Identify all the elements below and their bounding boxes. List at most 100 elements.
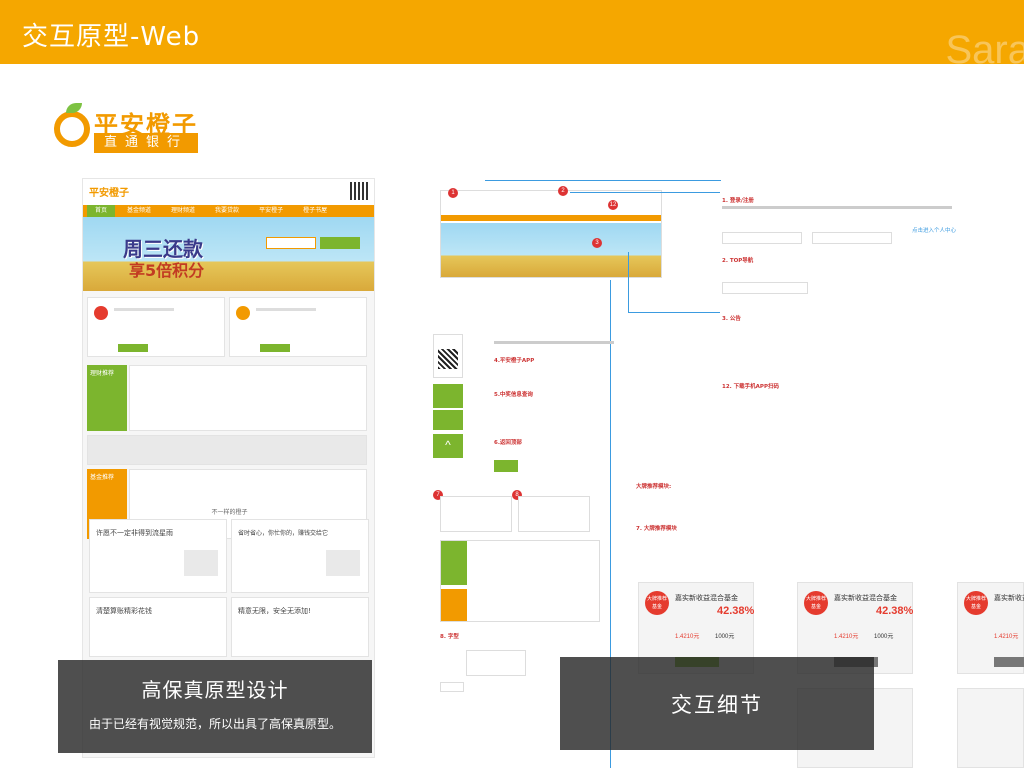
product-row bbox=[87, 435, 367, 465]
fund-card-mini bbox=[518, 496, 590, 532]
note-recommend: 7. 大牌推荐模块 bbox=[636, 526, 677, 533]
slide: 交互原型-Web Sara 平安橙子 直通银行 平安橙子 首页 基金频道 理财频… bbox=[0, 0, 1024, 768]
fund-min: 1000元 bbox=[874, 634, 894, 640]
top-nav-mini bbox=[722, 282, 808, 294]
buy-button[interactable] bbox=[260, 344, 290, 352]
badge-icon bbox=[94, 306, 108, 320]
marker-1: 1 bbox=[448, 188, 458, 198]
caption-interaction: 交互细节 bbox=[560, 657, 874, 750]
badge-icon bbox=[236, 306, 250, 320]
text-line bbox=[256, 308, 316, 311]
note-back-top: 6.返回顶部 bbox=[494, 440, 522, 447]
connector-line bbox=[628, 252, 629, 312]
note-title: 7. 大牌推荐模块 bbox=[636, 526, 677, 532]
side-app-button[interactable] bbox=[433, 384, 463, 408]
login-state-mini bbox=[722, 232, 802, 244]
nav-item[interactable]: 基金频道 bbox=[119, 205, 159, 217]
feature-card[interactable]: 许愿不一定非得到流星雨 bbox=[89, 519, 227, 593]
tooltip-mini bbox=[466, 650, 526, 676]
section-label-mini bbox=[441, 541, 467, 585]
note-app-qr: 12. 下载手机APP扫码 bbox=[722, 384, 779, 391]
connector-line bbox=[570, 192, 720, 193]
fund-nav: 1.4210元 bbox=[834, 634, 859, 640]
promo-banner[interactable]: 周三还款 享5倍积分 bbox=[83, 217, 374, 291]
banner-subline: 享5倍积分 bbox=[129, 261, 205, 280]
fund-name: 嘉实新收益混合基金 bbox=[834, 594, 897, 602]
fund-card[interactable] bbox=[957, 688, 1024, 768]
connector-line bbox=[628, 312, 720, 313]
login-button[interactable] bbox=[266, 237, 316, 249]
watermark: Sara bbox=[945, 28, 1024, 72]
connector-line bbox=[485, 180, 721, 181]
toggle-mini[interactable] bbox=[440, 682, 464, 692]
note-title: 4.平安橙子APP bbox=[494, 358, 535, 364]
note-title: 2. TOP导航 bbox=[722, 258, 754, 264]
note-module: 大牌推荐模块: bbox=[636, 484, 671, 491]
caption-title: 交互细节 bbox=[671, 693, 763, 717]
note-notice: 3. 公告 bbox=[722, 316, 741, 323]
nav-item[interactable]: 橙子书屋 bbox=[295, 205, 335, 217]
mockup-top-bar: 平安橙子 bbox=[83, 179, 374, 205]
sold-out-button[interactable] bbox=[994, 657, 1024, 667]
fund-card-mini bbox=[440, 496, 512, 532]
mini-nav bbox=[441, 215, 661, 221]
leaf-icon bbox=[66, 103, 82, 113]
register-button[interactable] bbox=[320, 237, 360, 249]
note-title: 12. 下载手机APP扫码 bbox=[722, 384, 779, 390]
note-title: 大牌推荐模块: bbox=[636, 484, 672, 490]
mockup-nav: 首页 基金频道 理财频道 我要贷款 平安橙子 橙子书屋 bbox=[83, 205, 374, 217]
user-center-link[interactable]: 点击进入个人中心 bbox=[912, 228, 956, 235]
fund-badge: 大牌推荐基金 bbox=[964, 591, 988, 615]
marker-3: 3 bbox=[592, 238, 602, 248]
fund-badge: 大牌推荐基金 bbox=[804, 591, 828, 615]
feature-title: 许愿不一定非得到流星雨 bbox=[96, 529, 173, 537]
side-lottery-button[interactable] bbox=[433, 410, 463, 430]
fund-name: 嘉实新收益混合基金 bbox=[675, 594, 738, 602]
buy-button[interactable] bbox=[118, 344, 148, 352]
marker-2: 2 bbox=[558, 186, 568, 196]
note-title: 3. 公告 bbox=[722, 316, 741, 322]
note-title: 1. 登录/注册 bbox=[722, 198, 754, 204]
image-placeholder bbox=[184, 550, 218, 576]
back-top-demo-button[interactable] bbox=[494, 460, 518, 472]
products-mini bbox=[440, 540, 600, 622]
image-placeholder bbox=[326, 550, 360, 576]
fund-badge: 大牌推荐基金 bbox=[645, 591, 669, 615]
feature-title: 清楚算账精彩花钱 bbox=[96, 607, 152, 615]
title-bar: 交互原型-Web Sara bbox=[0, 0, 1024, 72]
back-to-top-icon[interactable]: ^ bbox=[433, 434, 463, 458]
fund-rate: 42.38% bbox=[717, 605, 755, 617]
nav-item[interactable]: 理财频道 bbox=[163, 205, 203, 217]
fund-rate: 42.38% bbox=[876, 605, 914, 617]
caption-desc: 由于已经有视觉规范，所以出具了高保真原型。 bbox=[88, 717, 341, 731]
nav-item[interactable]: 我要贷款 bbox=[207, 205, 247, 217]
fund-name: 嘉实新收益混合基金 bbox=[994, 594, 1024, 602]
recommend-card bbox=[229, 297, 367, 357]
logo-sub-text: 直通银行 bbox=[94, 133, 198, 153]
fund-nav: 1.4210元 bbox=[994, 634, 1019, 640]
feature-card[interactable]: 清楚算账精彩花钱 bbox=[89, 597, 227, 657]
nav-item[interactable]: 平安橙子 bbox=[251, 205, 291, 217]
qr-code-icon bbox=[350, 182, 368, 200]
note-title: 6.返回顶部 bbox=[494, 440, 522, 446]
mockup-logo: 平安橙子 bbox=[89, 188, 129, 199]
fund-card[interactable]: 大牌推荐基金 嘉实新收益混合基金 1.4210元 bbox=[957, 582, 1024, 674]
feature-card[interactable]: 精意无限，安全无添加! bbox=[231, 597, 369, 657]
fund-min: 1000元 bbox=[715, 634, 735, 640]
note-login: 1. 登录/注册 bbox=[722, 198, 972, 212]
fund-nav: 1.4210元 bbox=[675, 634, 700, 640]
qr-code-icon bbox=[438, 349, 458, 369]
caption-hifi: 高保真原型设计 由于已经有视觉规范，所以出具了高保真原型。 bbox=[58, 660, 372, 753]
brand-logo: 平安橙子 直通银行 bbox=[54, 103, 204, 155]
note-app: 4.平安橙子APP bbox=[494, 358, 534, 365]
note-item bbox=[494, 340, 614, 347]
orange-icon bbox=[54, 111, 90, 147]
feature-card[interactable]: 省时省心，你忙你的，赚钱交给它 bbox=[231, 519, 369, 593]
wealth-products bbox=[129, 365, 367, 431]
nav-item[interactable]: 首页 bbox=[87, 205, 116, 217]
side-qr-mini bbox=[433, 334, 463, 378]
recommend-card bbox=[87, 297, 225, 357]
caption-title: 高保真原型设计 bbox=[141, 678, 289, 702]
logged-state-mini bbox=[812, 232, 892, 244]
section-label: 理财推荐 bbox=[87, 365, 127, 431]
